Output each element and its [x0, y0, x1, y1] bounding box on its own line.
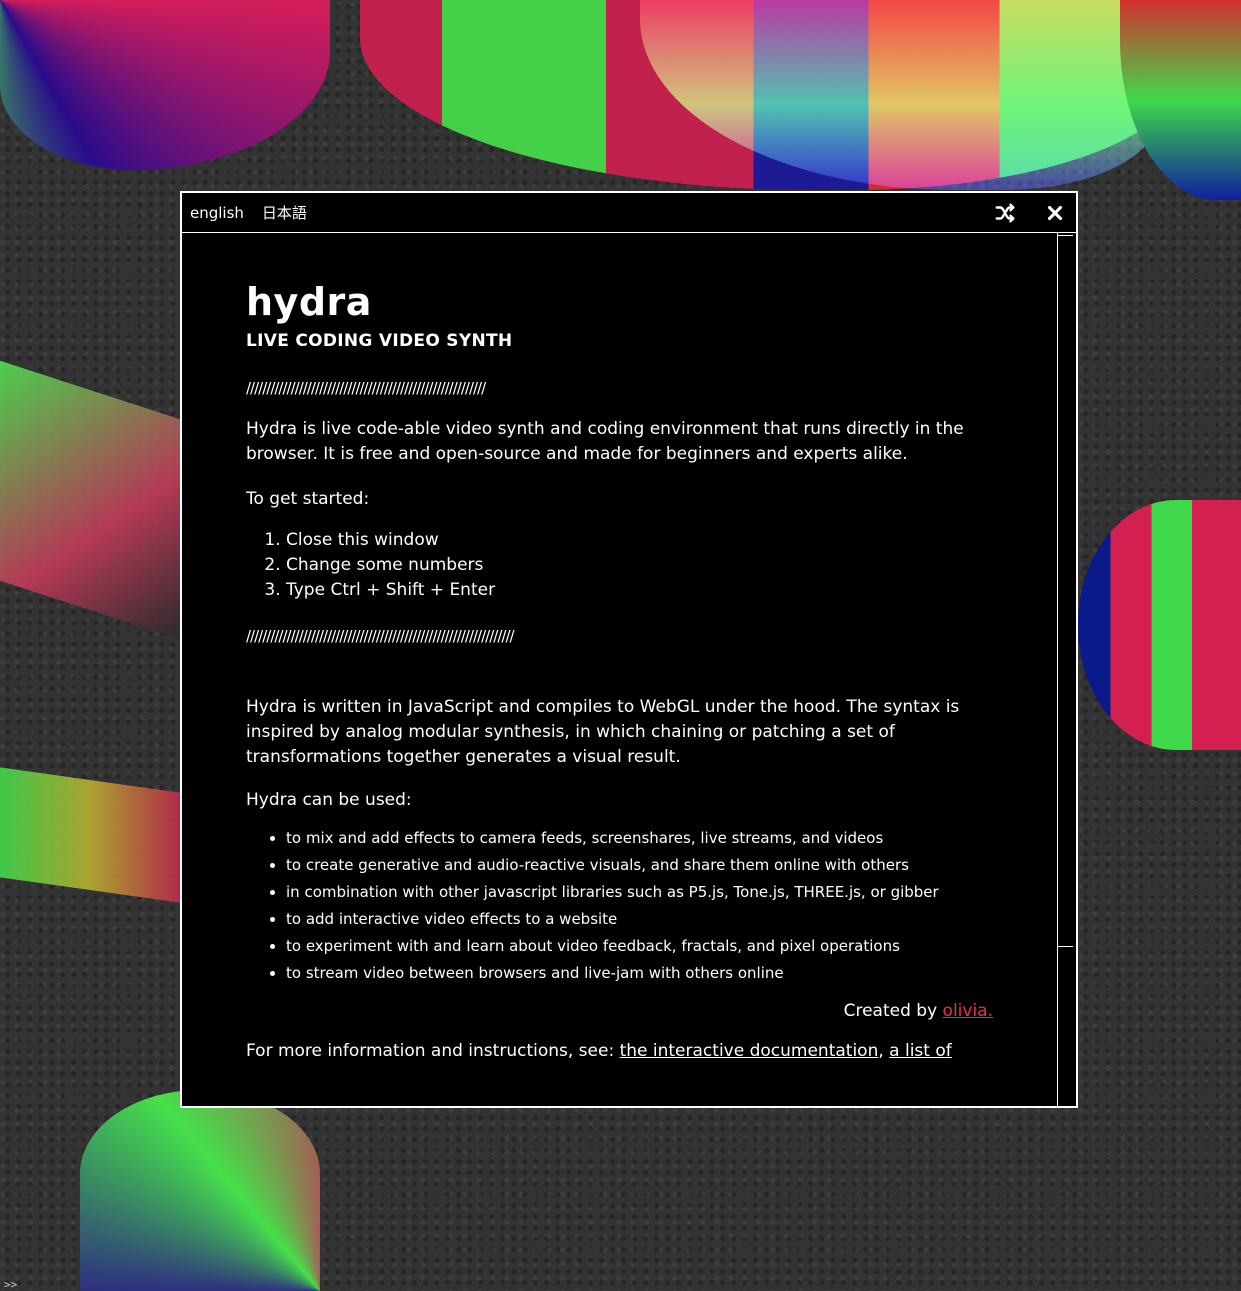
page-subtitle: LIVE CODING VIDEO SYNTH — [246, 331, 513, 351]
list-item: to add interactive video effects to a we… — [286, 906, 993, 933]
list-item: to create generative and audio-reactive … — [286, 852, 993, 879]
lang-english[interactable]: english — [190, 204, 244, 222]
divider: ////////////////////////////////////////… — [246, 379, 486, 397]
documentation-link[interactable]: the interactive documentation — [620, 1041, 879, 1061]
link-separator: , — [878, 1041, 884, 1061]
credit-line: Created by olivia. — [246, 1001, 993, 1021]
modal-topbar: english 日本語 — [182, 193, 1076, 233]
background-shape — [80, 1090, 320, 1291]
list-item: Change some numbers — [286, 553, 993, 578]
credit-prefix: Created by — [843, 1001, 938, 1021]
uses-label: Hydra can be used: — [246, 790, 412, 810]
modal-content[interactable]: hydra LIVE CODING VIDEO SYNTH //////////… — [182, 233, 1058, 1106]
list-item: to experiment with and learn about video… — [286, 933, 993, 960]
more-info-text: For more information and instructions, s… — [246, 1039, 993, 1064]
list-item: to mix and add effects to camera feeds, … — [286, 825, 993, 852]
list-item: Close this window — [286, 528, 993, 553]
intro-text: Hydra is live code-able video synth and … — [246, 419, 964, 464]
author-link[interactable]: olivia. — [943, 1001, 993, 1021]
scrollbar-thumb[interactable] — [1057, 235, 1073, 947]
functions-list-link[interactable]: a list of — [889, 1041, 952, 1061]
description-text: Hydra is written in JavaScript and compi… — [246, 697, 960, 767]
divider: ////////////////////////////////////////… — [246, 627, 515, 645]
page-title: hydra — [246, 280, 372, 324]
close-icon[interactable] — [1044, 202, 1066, 224]
info-modal: english 日本語 hydra LIVE CODING VIDEO SYNT… — [180, 191, 1078, 1108]
get-started-label: To get started: — [246, 489, 370, 509]
scrollbar[interactable] — [1056, 233, 1076, 1106]
list-item: to stream video between browsers and liv… — [286, 960, 993, 987]
shuffle-icon[interactable] — [994, 202, 1016, 224]
uses-list: to mix and add effects to camera feeds, … — [246, 825, 993, 987]
lang-japanese[interactable]: 日本語 — [262, 202, 307, 223]
console-prompt: >> — [4, 1278, 18, 1291]
list-item: Type Ctrl + Shift + Enter — [286, 578, 993, 603]
steps-list: Close this window Change some numbers Ty… — [246, 528, 993, 603]
more-info-prefix: For more information and instructions, s… — [246, 1041, 615, 1061]
list-item: in combination with other javascript lib… — [286, 879, 993, 906]
